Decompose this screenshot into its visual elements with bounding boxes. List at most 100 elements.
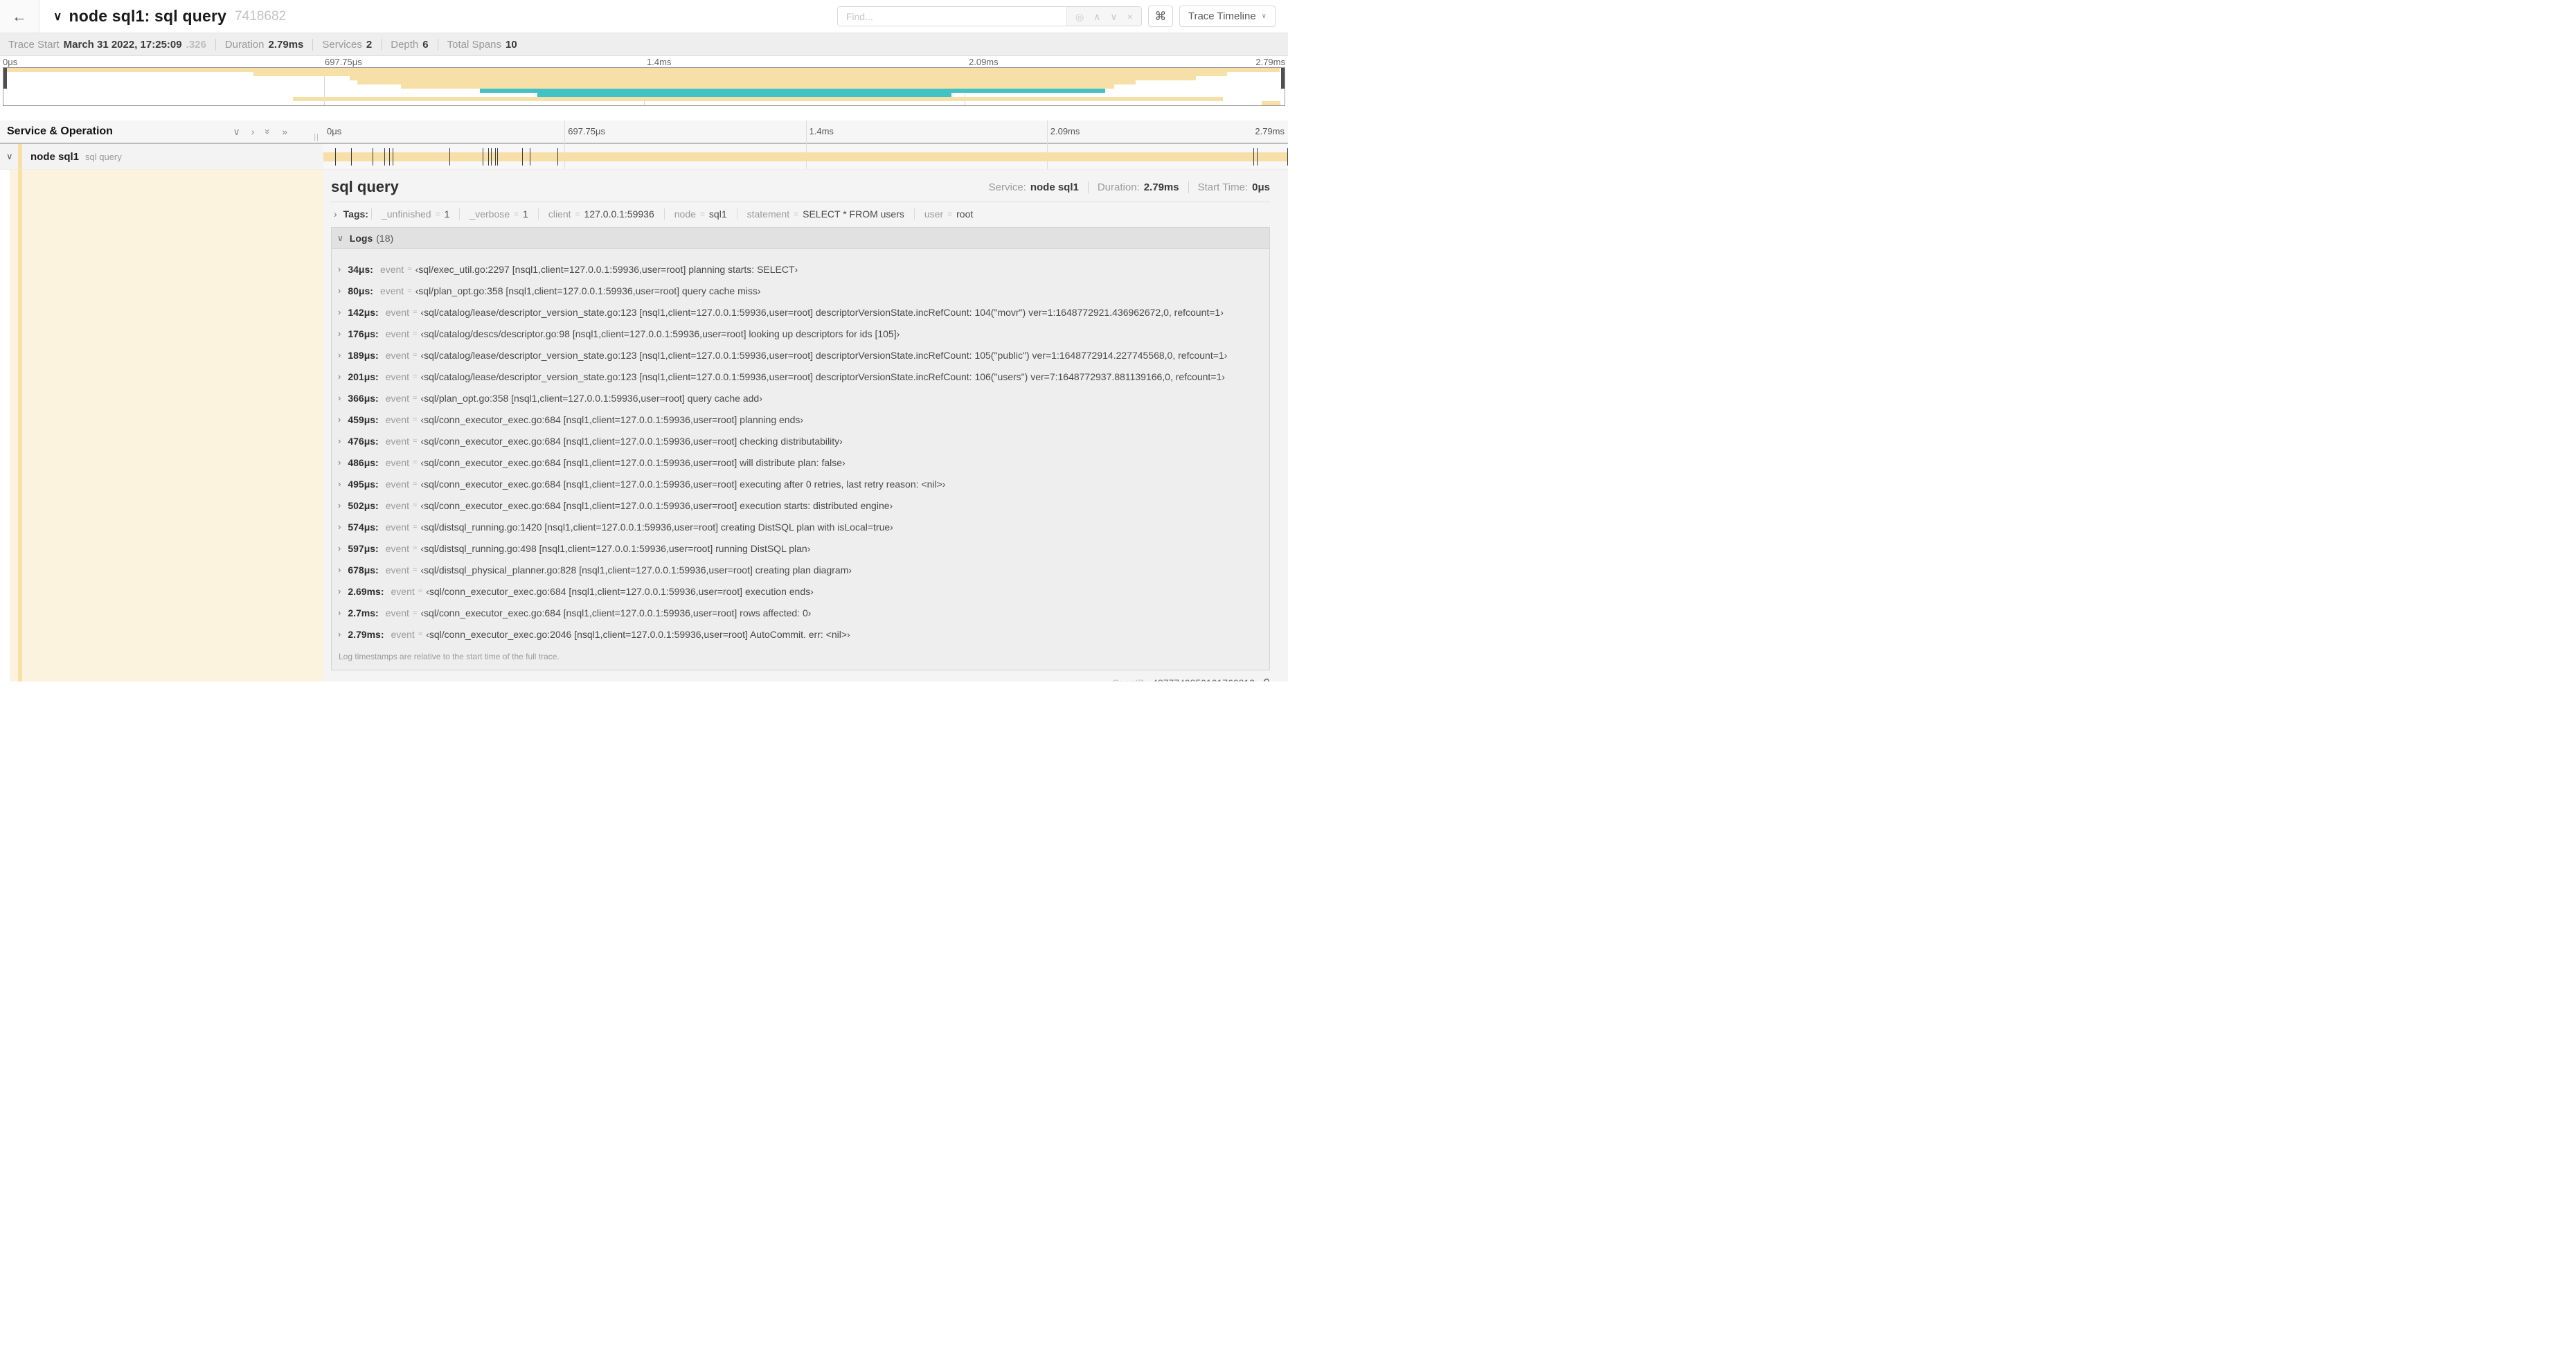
tags-row[interactable]: › Tags: _unfinished = 1 _verbose = 1 client = 12…	[331, 202, 1270, 226]
log-marker-tick[interactable]	[1257, 148, 1258, 166]
log-row[interactable]: › 2.79ms: event = ‹sql/conn_executor_exec.go…	[332, 623, 1269, 645]
logs-header[interactable]: ∨ Logs (18)	[332, 228, 1269, 249]
back-button[interactable]: ←	[0, 0, 39, 33]
meta-label: Duration:	[1097, 181, 1140, 193]
log-row[interactable]: › 502μs: event = ‹sql/conn_executor_exec.go:…	[332, 495, 1269, 516]
minimap-right-scrubber[interactable]	[1281, 68, 1285, 89]
log-marker-tick[interactable]	[1287, 148, 1288, 166]
log-marker-tick[interactable]	[334, 148, 336, 166]
log-marker-tick[interactable]	[491, 148, 492, 166]
log-row[interactable]: › 495μs: event = ‹sql/conn_executor_exec.go:…	[332, 473, 1269, 495]
log-marker-tick[interactable]	[521, 148, 523, 166]
log-row[interactable]: › 189μs: event = ‹sql/catalog/lease/descript…	[332, 344, 1269, 366]
expand-log-icon[interactable]: ›	[338, 264, 341, 274]
log-row[interactable]: › 2.69ms: event = ‹sql/conn_executor_exec.go…	[332, 580, 1269, 602]
meta-label: Service:	[988, 181, 1026, 193]
locate-icon[interactable]: ◎	[1075, 12, 1084, 21]
equals-sign: =	[575, 209, 580, 219]
collapse-children-icon[interactable]: ∨	[6, 151, 13, 162]
clear-search-icon[interactable]: ×	[1127, 12, 1133, 21]
log-marker-tick[interactable]	[449, 148, 451, 166]
equals-sign: =	[412, 308, 418, 317]
expand-tags-icon[interactable]: ›	[334, 208, 337, 220]
span-row-node-sql1[interactable]: ∨ node sql1 sql query	[0, 144, 1288, 170]
view-selector-button[interactable]: Trace Timeline ∨	[1179, 6, 1276, 27]
expand-log-icon[interactable]: ›	[338, 500, 341, 510]
collapse-one-icon[interactable]: ∨	[233, 127, 240, 136]
equals-sign: =	[412, 372, 418, 381]
tag-value: 1	[444, 208, 450, 220]
expand-log-icon[interactable]: ›	[338, 307, 341, 317]
logs-title: Logs	[349, 232, 373, 244]
page-title: node sql1: sql query	[69, 7, 227, 25]
deep-link-icon[interactable]	[1260, 678, 1270, 682]
equals-sign: =	[412, 436, 418, 445]
expand-log-icon[interactable]: ›	[338, 522, 341, 532]
expand-log-icon[interactable]: ›	[338, 479, 341, 489]
expand-log-icon[interactable]: ›	[338, 586, 341, 596]
log-field-key: event	[385, 392, 409, 404]
log-row[interactable]: › 176μs: event = ‹sql/catalog/descs/descript…	[332, 323, 1269, 344]
equals-sign: =	[412, 544, 418, 553]
minimap-left-scrubber[interactable]	[3, 68, 7, 89]
log-field-key: event	[379, 285, 404, 296]
info-label: Services	[322, 38, 362, 51]
expand-log-icon[interactable]: ›	[338, 393, 341, 403]
log-marker-tick[interactable]	[557, 148, 559, 166]
expand-log-icon[interactable]: ›	[338, 629, 341, 639]
log-field-value: ‹sql/conn_executor_exec.go:2046 [nsql1,c…	[426, 628, 850, 640]
expand-log-icon[interactable]: ›	[338, 543, 341, 553]
log-field-value: ‹sql/distsql_physical_planner.go:828 [ns…	[420, 564, 852, 576]
log-marker-tick[interactable]	[388, 148, 390, 166]
find-input[interactable]	[837, 7, 1066, 26]
log-row[interactable]: › 597μs: event = ‹sql/distsql_running.go:498…	[332, 537, 1269, 559]
expand-log-icon[interactable]: ›	[338, 457, 341, 467]
minimap-canvas[interactable]	[3, 67, 1285, 106]
expand-all-icon[interactable]: »	[282, 127, 287, 136]
minimap-tick-label: 2.79ms	[1255, 57, 1285, 67]
expand-log-icon[interactable]: ›	[338, 285, 341, 296]
log-marker-tick[interactable]	[1253, 148, 1254, 166]
expand-log-icon[interactable]: ›	[338, 414, 341, 425]
log-field-key: event	[385, 499, 409, 511]
expand-log-icon[interactable]: ›	[338, 436, 341, 446]
expand-log-icon[interactable]: ›	[338, 564, 341, 575]
collapse-logs-icon[interactable]: ∨	[337, 233, 343, 243]
log-row[interactable]: › 80μs: event = ‹sql/plan_opt.go:358 [nsql1,…	[332, 280, 1269, 301]
tag-value: 1	[523, 208, 528, 220]
expand-log-icon[interactable]: ›	[338, 607, 341, 618]
next-match-icon[interactable]: ∨	[1110, 12, 1117, 21]
log-marker-tick[interactable]	[488, 148, 490, 166]
trace-id: 7418682	[235, 8, 287, 24]
log-marker-tick[interactable]	[497, 148, 498, 166]
log-row[interactable]: › 366μs: event = ‹sql/plan_opt.go:358 [nsql1…	[332, 387, 1269, 409]
log-row[interactable]: › 574μs: event = ‹sql/distsql_running.go:142…	[332, 516, 1269, 537]
log-marker-tick[interactable]	[494, 148, 496, 166]
log-marker-tick[interactable]	[384, 148, 385, 166]
info-value: 2	[366, 38, 373, 51]
log-row[interactable]: › 486μs: event = ‹sql/conn_executor_exec.go:…	[332, 452, 1269, 473]
log-row[interactable]: › 678μs: event = ‹sql/distsql_physical_plann…	[332, 559, 1269, 580]
expand-log-icon[interactable]: ›	[338, 350, 341, 360]
column-resize-handle[interactable]: ||	[314, 133, 319, 141]
log-row[interactable]: › 459μs: event = ‹sql/conn_executor_exec.go:…	[332, 409, 1269, 430]
log-row[interactable]: › 142μs: event = ‹sql/catalog/lease/descript…	[332, 301, 1269, 323]
info-value: 10	[506, 38, 517, 51]
keyboard-shortcuts-button[interactable]: ⌘	[1147, 6, 1173, 27]
expand-log-icon[interactable]: ›	[338, 328, 341, 339]
log-field-value: ‹sql/conn_executor_exec.go:684 [nsql1,cl…	[420, 499, 893, 511]
log-row[interactable]: › 34μs: event = ‹sql/exec_util.go:2297 [nsql…	[332, 258, 1269, 280]
log-row[interactable]: › 201μs: event = ‹sql/catalog/lease/descript…	[332, 366, 1269, 387]
collapse-all-icon[interactable]: »	[262, 129, 274, 134]
expand-log-icon[interactable]: ›	[338, 371, 341, 382]
expand-one-icon[interactable]: ›	[251, 127, 255, 136]
log-row[interactable]: › 2.7ms: event = ‹sql/conn_executor_exec.go:…	[332, 602, 1269, 623]
span-duration-bar	[323, 152, 1288, 161]
span-bar-area[interactable]	[323, 144, 1288, 169]
collapse-trace-icon[interactable]: ∨	[53, 10, 62, 24]
log-row[interactable]: › 476μs: event = ‹sql/conn_executor_exec.go:…	[332, 430, 1269, 452]
log-marker-tick[interactable]	[351, 148, 352, 166]
prev-match-icon[interactable]: ∧	[1093, 12, 1100, 21]
equals-sign: =	[418, 630, 423, 639]
minimap-span-bar	[1261, 101, 1281, 105]
